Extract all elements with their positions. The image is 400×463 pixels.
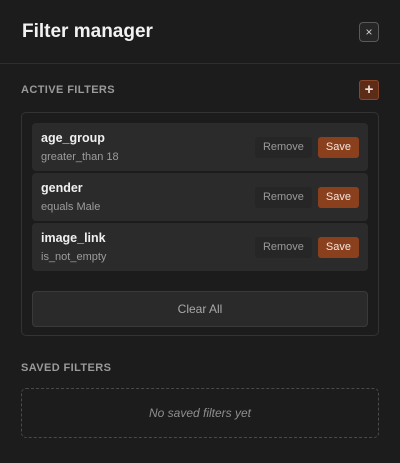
save-filter-button[interactable]: Save	[317, 236, 359, 258]
filter-row: gender equals Male Remove Save	[32, 173, 368, 221]
saved-filters-label: SAVED FILTERS	[21, 362, 112, 374]
filter-actions: Remove Save	[254, 136, 359, 158]
active-filters-list: age_group greater_than 18 Remove Save ge…	[21, 112, 379, 336]
filter-row: image_link is_not_empty Remove Save	[32, 223, 368, 271]
filter-info: age_group greater_than 18	[41, 131, 119, 163]
remove-filter-button[interactable]: Remove	[254, 186, 312, 208]
clear-all-button[interactable]: Clear All	[32, 291, 368, 327]
filter-manager-panel: Filter manager × ACTIVE FILTERS + age_gr…	[0, 0, 400, 463]
filter-condition: greater_than 18	[41, 151, 119, 163]
remove-filter-button[interactable]: Remove	[254, 136, 312, 158]
close-button[interactable]: ×	[359, 21, 379, 42]
filter-name: gender	[41, 181, 83, 195]
add-filter-button[interactable]: +	[359, 80, 379, 100]
saved-filters-header: SAVED FILTERS	[0, 360, 400, 376]
filter-actions: Remove Save	[254, 236, 359, 258]
filter-name: age_group	[41, 131, 105, 145]
empty-state-text: No saved filters yet	[148, 406, 252, 420]
filter-actions: Remove Save	[254, 186, 359, 208]
active-filters-label: ACTIVE FILTERS	[21, 84, 116, 96]
panel-header: Filter manager ×	[0, 0, 400, 64]
filter-condition: is_not_empty	[41, 251, 107, 263]
active-filters-header: ACTIVE FILTERS +	[0, 80, 400, 100]
filter-info: image_link is_not_empty	[41, 231, 106, 263]
filter-info: gender equals Male	[41, 181, 100, 213]
save-filter-button[interactable]: Save	[317, 186, 359, 208]
filter-name: image_link	[41, 231, 106, 245]
filter-row: age_group greater_than 18 Remove Save	[32, 123, 368, 171]
filter-condition: equals Male	[41, 201, 101, 213]
panel-title: Filter manager	[22, 20, 153, 42]
saved-filters-empty-state: No saved filters yet	[21, 388, 379, 438]
remove-filter-button[interactable]: Remove	[254, 236, 312, 258]
save-filter-button[interactable]: Save	[317, 136, 359, 158]
